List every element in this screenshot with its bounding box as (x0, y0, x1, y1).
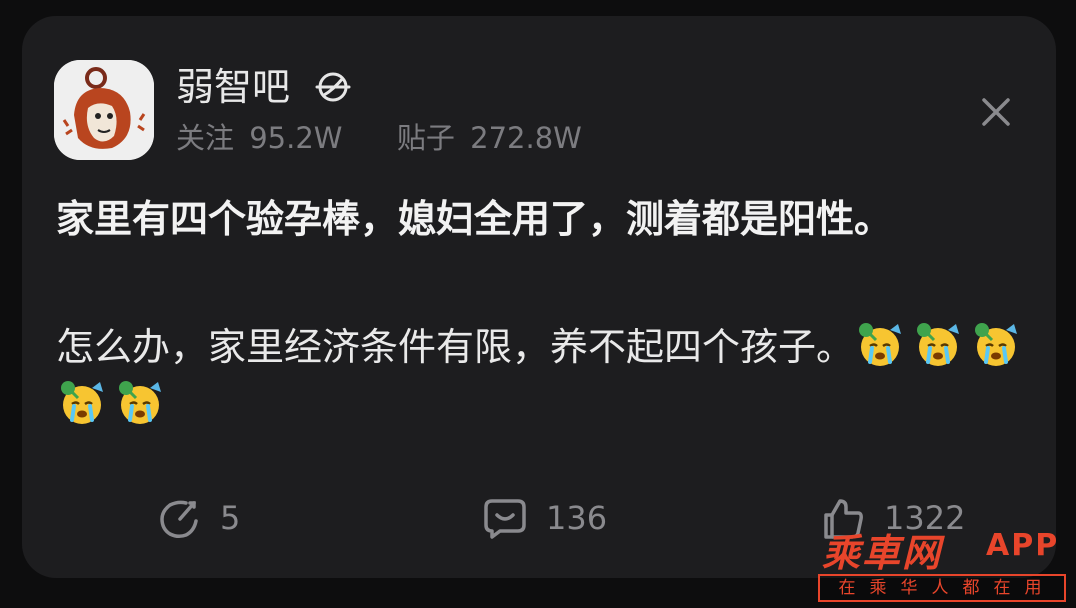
posts-count: 272.8W (470, 121, 582, 155)
share-count: 5 (220, 499, 241, 537)
forum-name[interactable]: 弱智吧 (176, 62, 290, 112)
crying-party-emoji (975, 323, 1018, 366)
forum-avatar[interactable] (54, 60, 154, 160)
comment-icon (484, 499, 526, 539)
comment-button[interactable]: 136 (482, 494, 607, 542)
posts-label: 贴子 (396, 121, 455, 155)
share-icon (160, 500, 198, 539)
crying-party-emoji (61, 381, 103, 424)
close-icon[interactable] (976, 92, 1016, 132)
post-card[interactable]: 弱智吧 关注 95.2W 贴子 272.8W 家里有四个验孕棒，媳妇全用了，测着… (22, 16, 1056, 578)
post-title[interactable]: 家里有四个验孕棒，媳妇全用了，测着都是阳性。 (56, 190, 1036, 248)
watermark-slogan: 在乘华人都在用 (818, 574, 1066, 602)
watermark: 乘車网 APP 在乘华人都在用 (818, 522, 1070, 606)
watermark-app: APP (986, 528, 1060, 563)
avatar-image (54, 60, 154, 160)
share-button[interactable]: 5 (156, 494, 240, 542)
follow-count: 95.2W (249, 121, 343, 155)
crying-party-emoji (119, 381, 161, 424)
forum-stats: 关注 95.2W 贴子 272.8W (176, 118, 588, 158)
crying-party-emoji (859, 323, 902, 366)
post-body-text: 怎么办，家里经济条件有限，养不起四个孩子。 (56, 325, 855, 369)
follow-label: 关注 (176, 121, 235, 155)
globe-icon (315, 72, 351, 102)
watermark-logo: 乘車网 (822, 531, 943, 575)
post-body[interactable]: 怎么办，家里经济条件有限，养不起四个孩子。 (56, 318, 1036, 434)
crying-party-emoji (917, 323, 960, 366)
comment-count: 136 (546, 499, 608, 537)
